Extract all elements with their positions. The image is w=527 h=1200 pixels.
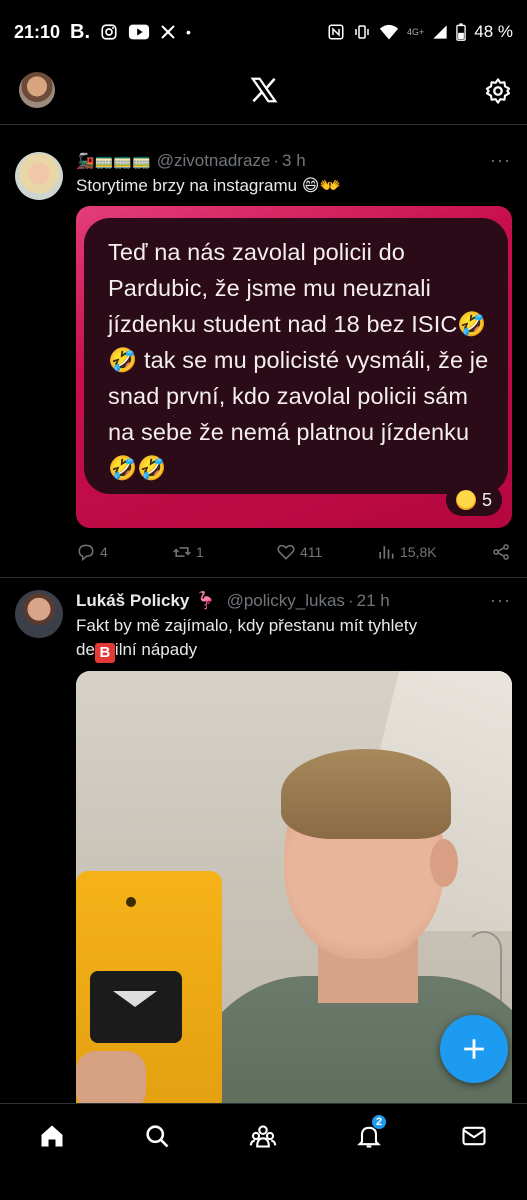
reply-count: 4 — [100, 544, 108, 560]
battery-percent: 48 % — [474, 22, 513, 41]
dot-separator: · — [273, 150, 280, 170]
share-icon — [493, 544, 509, 560]
profile-avatar[interactable] — [19, 72, 55, 108]
signal-icon — [433, 25, 447, 39]
like-count: 411 — [300, 544, 323, 560]
repost-button[interactable]: 1 — [172, 542, 276, 562]
dot-separator: · — [347, 590, 354, 610]
nav-notifications[interactable]: 2 — [355, 1114, 388, 1154]
vibrate-icon — [355, 25, 369, 39]
wifi-icon — [379, 24, 399, 40]
reply-icon — [78, 544, 94, 562]
tweet-author-handle[interactable]: @zivotnadraze — [157, 151, 271, 171]
nav-home[interactable] — [38, 1122, 70, 1154]
reaction-count: 5 — [481, 489, 492, 510]
tweet-time[interactable]: 21 h — [357, 591, 390, 611]
chat-bubble-text: Teď na nás zavolal policii do Pardubic, … — [108, 239, 489, 481]
search-icon — [146, 1125, 169, 1148]
flamingo-emoji-icon: 🦩 — [195, 590, 217, 610]
network-type: 4G+ — [406, 27, 425, 37]
notifications-badge: 2 — [371, 1114, 388, 1130]
chat-reaction: 5 — [445, 484, 502, 516]
reply-button[interactable]: 4 — [76, 542, 172, 562]
nfc-icon — [328, 24, 344, 40]
share-button[interactable] — [491, 542, 511, 562]
more-options-icon[interactable]: ··· — [490, 590, 511, 611]
x-status-icon — [161, 25, 175, 39]
tweet-author-handle[interactable]: @policky_lukas — [227, 591, 345, 611]
views-icon — [379, 546, 394, 559]
person-hair — [281, 749, 451, 839]
status-bar: 21:10 B. • 4G+ 48 % — [0, 0, 527, 64]
home-indicator — [0, 1176, 527, 1200]
laughing-emoji-icon — [455, 490, 476, 510]
tweet-text: Storytime brzy na instagramu 😄👐 — [76, 176, 341, 195]
instagram-icon — [101, 24, 117, 40]
top-bar — [0, 64, 527, 120]
mail-icon — [462, 1126, 486, 1146]
like-button[interactable]: 411 — [276, 542, 376, 562]
home-icon — [41, 1125, 63, 1147]
more-options-icon[interactable]: ··· — [490, 150, 511, 171]
nav-search[interactable] — [143, 1122, 175, 1154]
tweet-text-line-2: de Bilní nápady — [76, 640, 198, 663]
bottom-nav: 2 — [0, 1103, 527, 1175]
avatar[interactable] — [15, 590, 63, 638]
youtube-icon — [128, 24, 150, 40]
top-divider — [0, 124, 527, 125]
tweet-time[interactable]: 3 h — [282, 151, 306, 171]
view-count: 15,8K — [400, 544, 437, 560]
tweet-text: Fakt by mě zajímalo, kdy přestanu mít ty… — [76, 614, 511, 663]
tweet-author-name[interactable]: 🚂🚃🚃🚃 — [76, 152, 151, 170]
tweet-actions: 4 1 411 15,8K — [76, 542, 511, 562]
avatar[interactable] — [15, 152, 63, 200]
notification-dot-icon: • — [186, 24, 191, 40]
compose-post-button[interactable] — [440, 1015, 508, 1083]
settings-gear-icon[interactable] — [484, 77, 512, 105]
b-badge-icon: B — [94, 643, 115, 663]
chat-bubble: Teď na nás zavolal policii do Pardubic, … — [84, 218, 508, 494]
battery-icon — [456, 23, 466, 41]
views-button[interactable]: 15,8K — [376, 542, 476, 562]
tweet-author-name[interactable]: Lukáš Policky — [76, 591, 189, 611]
tweet-media-image[interactable]: Teď na nás zavolal policii do Pardubic, … — [76, 206, 512, 528]
nav-communities[interactable] — [249, 1122, 281, 1154]
repost-count: 1 — [196, 544, 204, 560]
nav-messages[interactable] — [460, 1122, 492, 1154]
tweet-text-line-1: Fakt by mě zajímalo, kdy přestanu mít ty… — [76, 616, 418, 635]
plus-icon — [464, 1039, 484, 1059]
x-logo-icon[interactable] — [249, 75, 279, 105]
repost-icon — [173, 547, 191, 557]
heart-icon — [277, 544, 295, 560]
status-time: 21:10 — [14, 21, 61, 42]
app-b-icon: B. — [70, 20, 91, 43]
communities-icon — [249, 1125, 277, 1148]
